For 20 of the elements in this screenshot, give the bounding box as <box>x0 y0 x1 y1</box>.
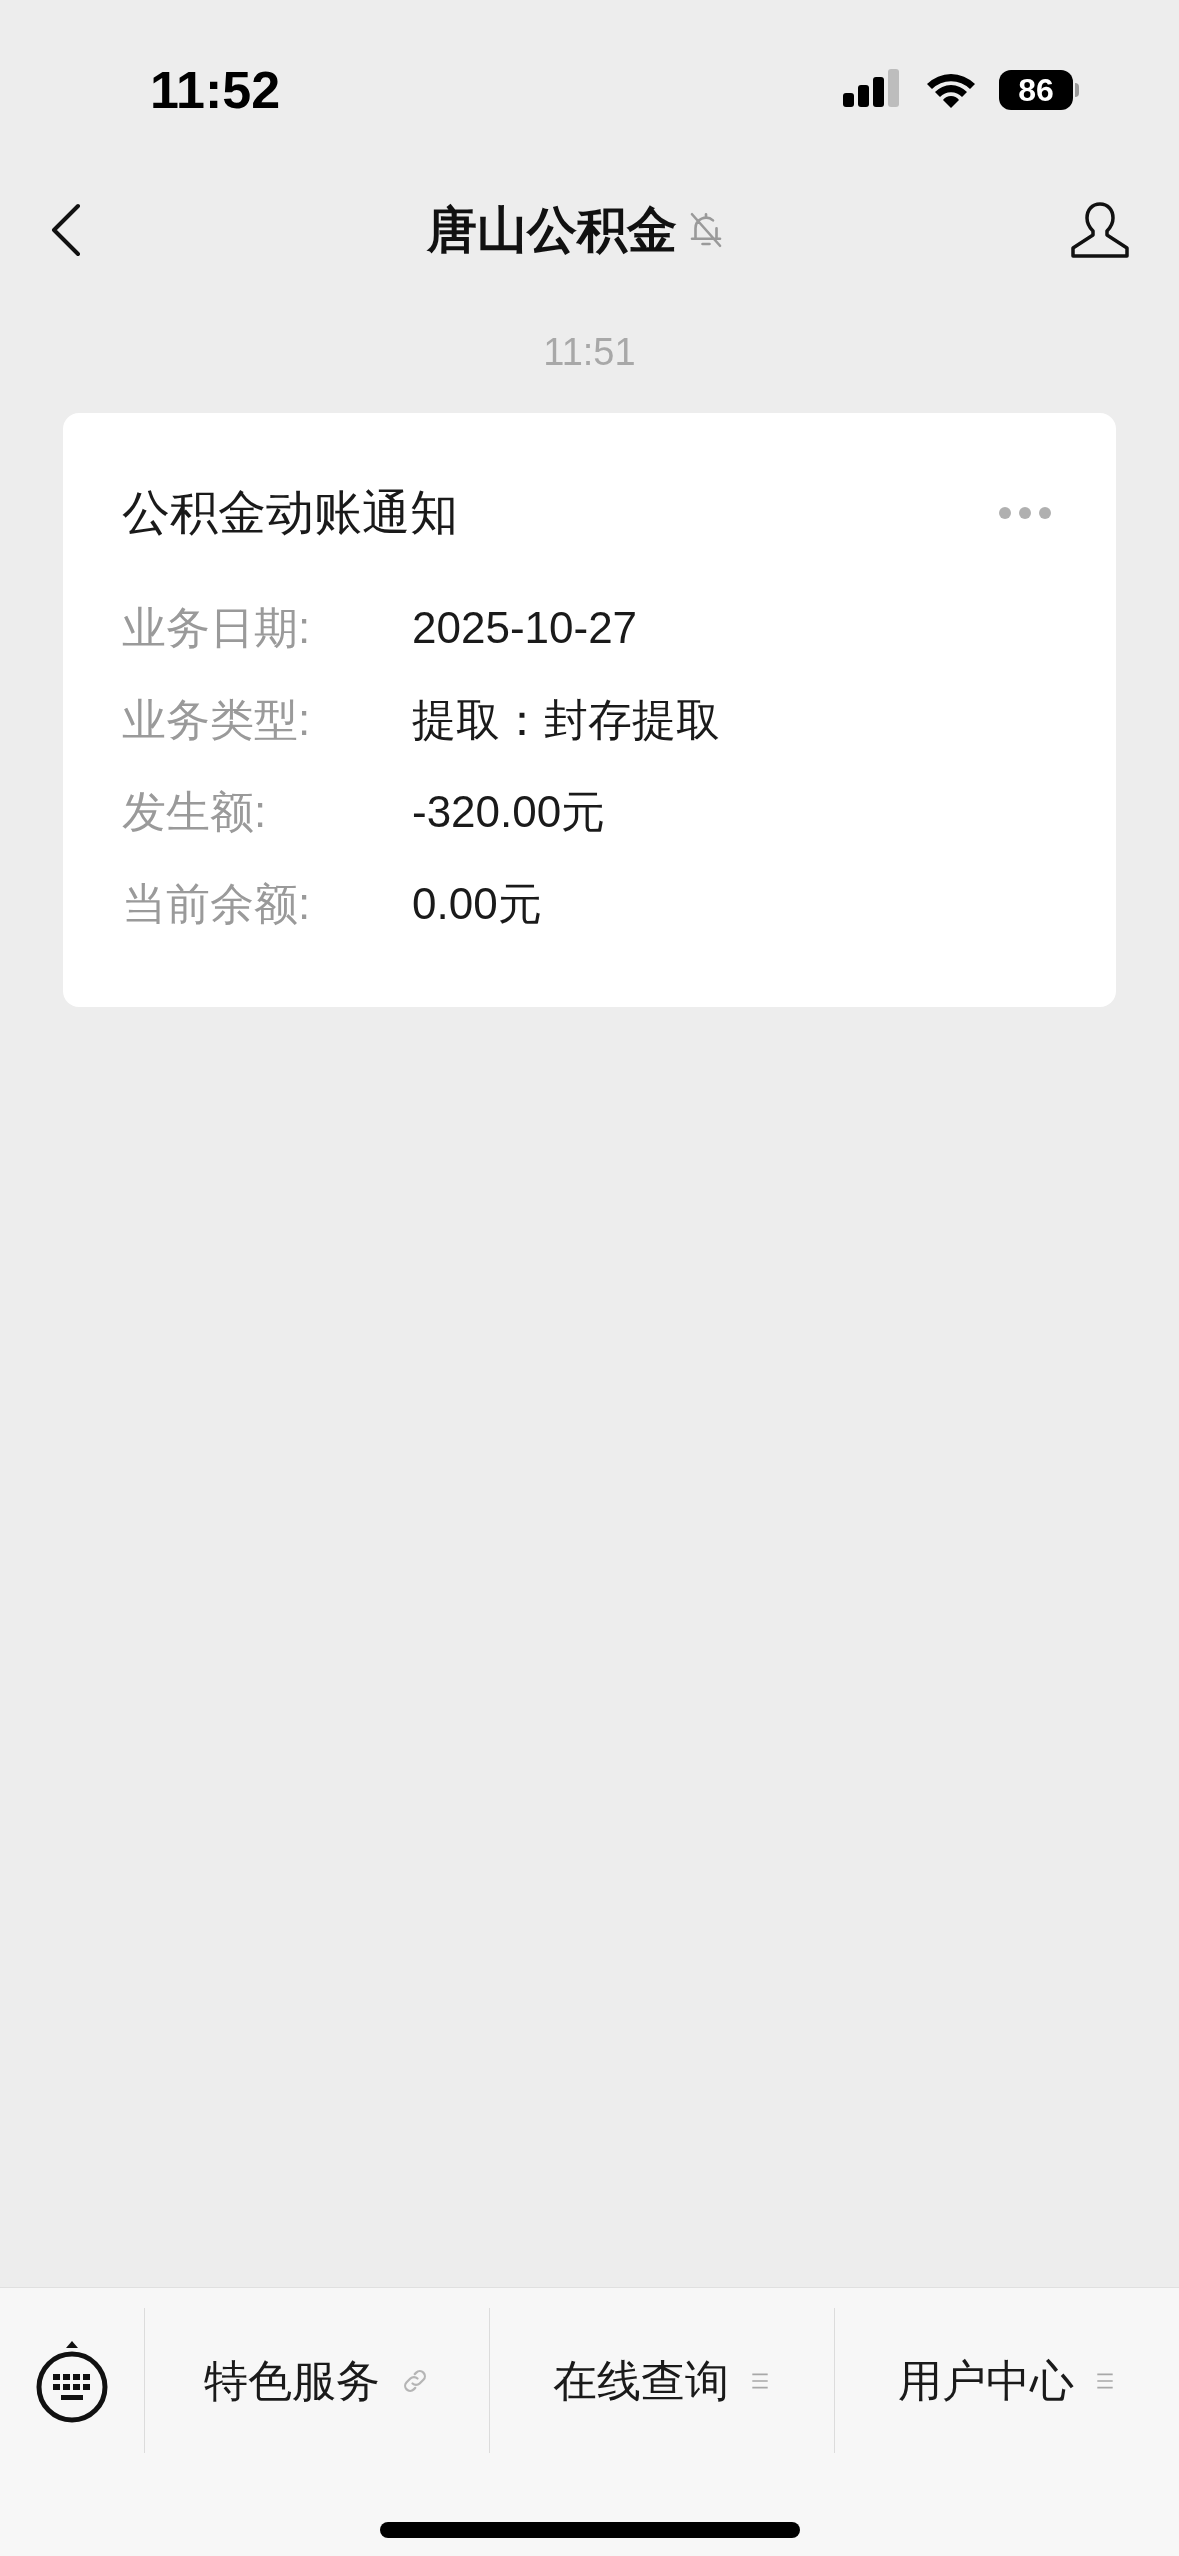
menu-label: 特色服务 <box>204 2354 380 2407</box>
battery-level: 86 <box>1018 74 1054 106</box>
field-value: 2025-10-27 <box>412 602 638 654</box>
profile-icon[interactable] <box>1069 200 1131 260</box>
field-label: 发生额: <box>122 786 268 838</box>
status-time: 11:52 <box>150 60 281 121</box>
menu-tab[interactable]: 特色服务 <box>145 2308 490 2453</box>
field-label: 当前余额: <box>122 878 312 930</box>
field-label: 业务日期: <box>122 602 312 654</box>
card-title: 公积金动账通知 <box>122 485 458 541</box>
chat-title: 唐山公积金 <box>426 200 677 260</box>
field-value: 0.00元 <box>412 878 542 930</box>
menu-label: 用户中心 <box>898 2354 1074 2407</box>
field-value: 提取：封存提取 <box>412 694 720 746</box>
menu-tab[interactable]: 在线查询 <box>490 2308 835 2453</box>
field-value: -320.00元 <box>412 786 606 838</box>
field-label: 业务类型: <box>122 694 312 746</box>
menu-tab[interactable]: 用户中心 <box>835 2308 1179 2453</box>
message-time: 11:51 <box>543 330 636 375</box>
menu-label: 在线查询 <box>553 2354 729 2407</box>
